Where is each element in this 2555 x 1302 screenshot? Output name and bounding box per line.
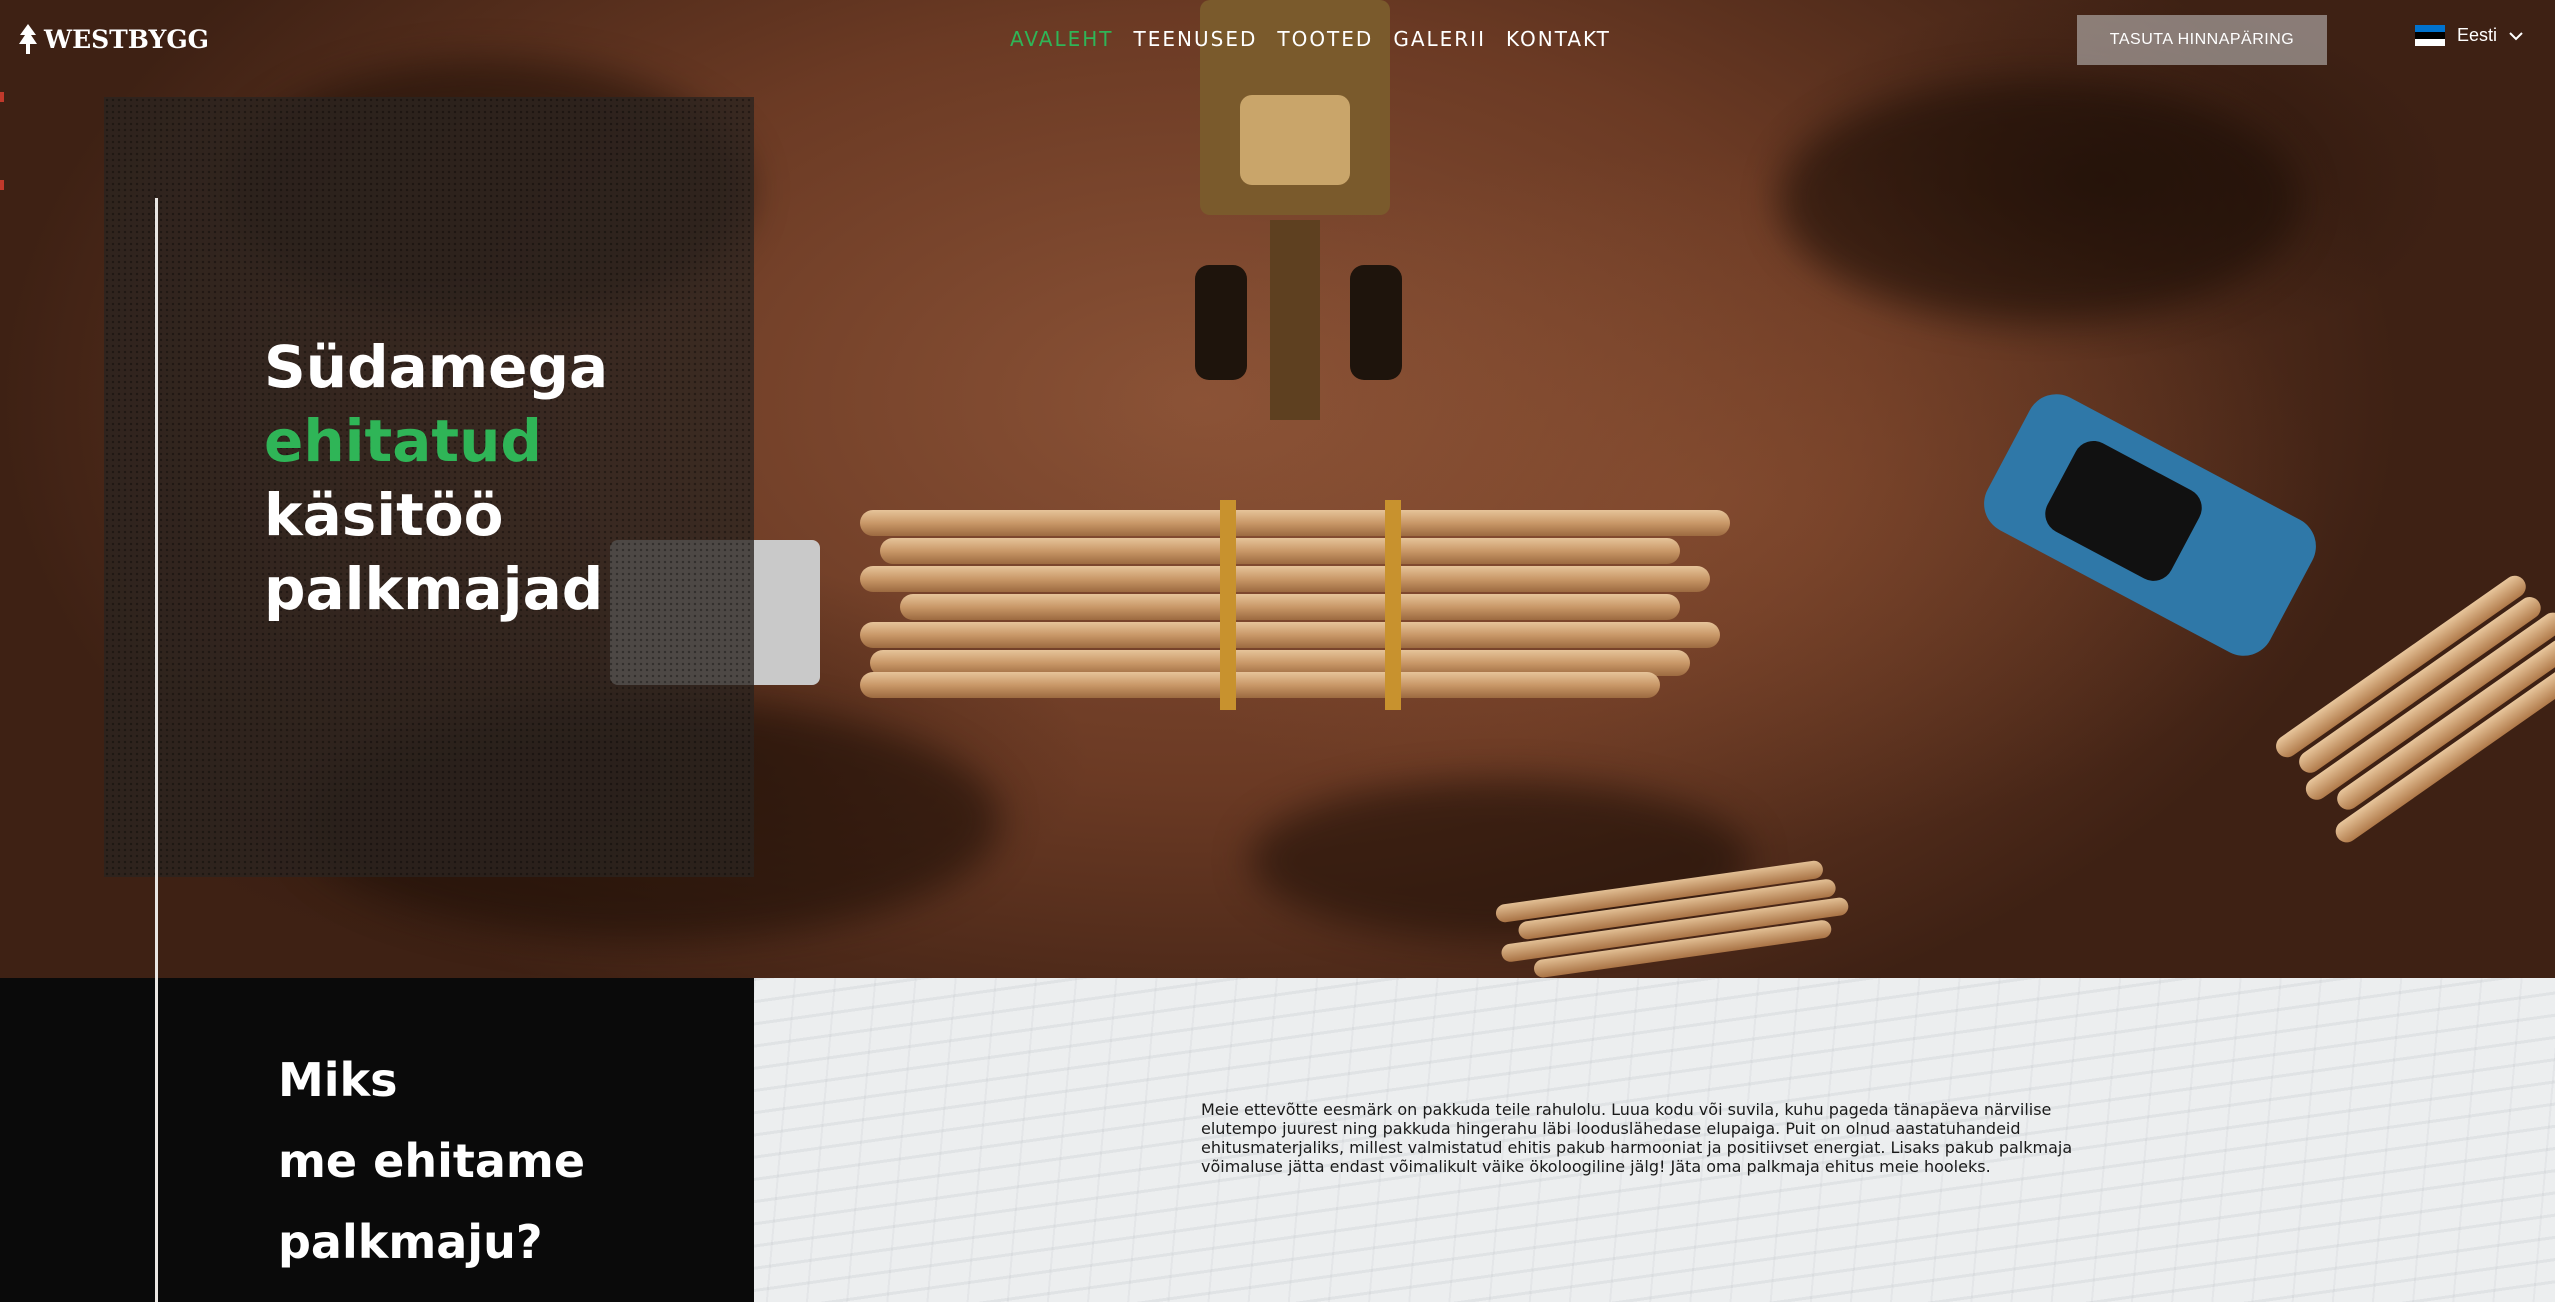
nav-item-tooted[interactable]: TOOTED: [1277, 27, 1373, 51]
wheel-loader-image: [1180, 0, 1410, 420]
nav-item-teenused[interactable]: TEENUSED: [1134, 27, 1258, 51]
free-quote-button[interactable]: TASUTA HINNAPÄRING: [2077, 15, 2327, 65]
chevron-down-icon: [2509, 31, 2523, 40]
estonia-flag-icon: [2415, 25, 2445, 46]
brand-name: WESTBYGG: [44, 24, 210, 54]
why-title-line: Miks: [278, 1053, 398, 1107]
why-body-text: Meie ettevõtte eesmärk on pakkuda teile …: [1201, 1100, 2073, 1176]
log-pile-image: [2271, 571, 2555, 978]
hero-title-line: palkmajad: [264, 555, 604, 623]
edge-marker: [0, 180, 4, 190]
brand-logo[interactable]: WESTBYGG: [18, 24, 209, 54]
language-selector[interactable]: Eesti: [2415, 25, 2523, 46]
decorative-vertical-line: [155, 198, 158, 1302]
why-title-line: palkmaju?: [278, 1215, 543, 1269]
hero-title-line: Südamega: [264, 333, 609, 401]
edge-marker: [0, 92, 4, 102]
hero-title-line: käsitöö: [264, 481, 504, 549]
hero-title-accent: ehitatud: [264, 407, 542, 475]
blue-truck-image: [1964, 366, 2336, 684]
nav-item-kontakt[interactable]: KONTAKT: [1506, 27, 1611, 51]
tree-icon: [19, 24, 37, 54]
why-title-line: me ehitame: [278, 1134, 586, 1188]
log-bundle-image: [860, 500, 1730, 710]
hero-title: Südamega ehitatud käsitöö palkmajad: [264, 330, 608, 626]
why-title: Miks me ehitame palkmaju?: [278, 1040, 585, 1283]
nav-item-galerii[interactable]: GALERII: [1393, 27, 1486, 51]
nav-item-avaleht[interactable]: AVALEHT: [1010, 27, 1114, 51]
main-nav: AVALEHT TEENUSED TOOTED GALERII KONTAKT: [1010, 27, 1611, 51]
language-label: Eesti: [2457, 25, 2498, 45]
